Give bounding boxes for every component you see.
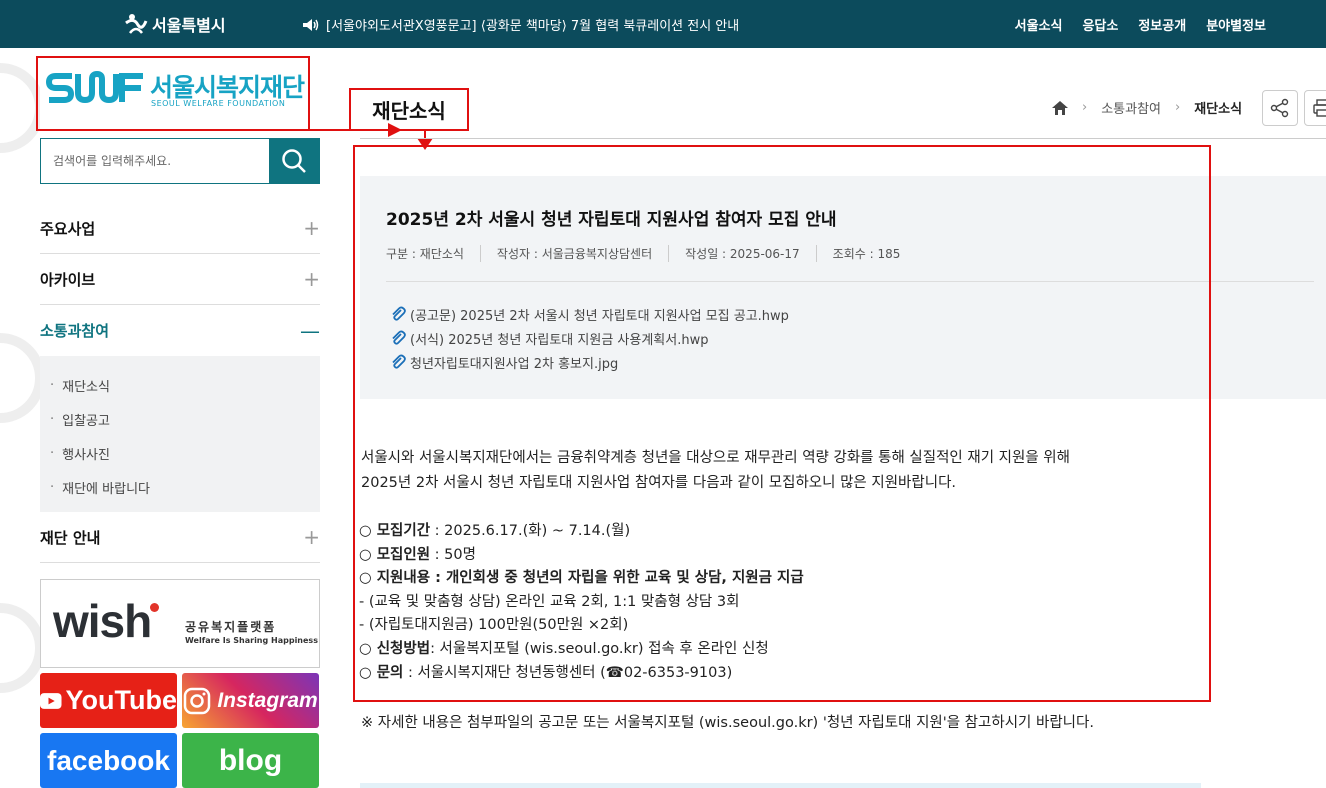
detail-count: ○ 모집인원 : 50명: [359, 544, 804, 568]
plus-icon: +: [303, 267, 320, 291]
topnav-info-disclosure[interactable]: 정보공개: [1138, 15, 1186, 34]
print-icon: [1313, 99, 1326, 117]
breadcrumb-current: 재단소식: [1194, 102, 1243, 117]
detail-label: ○ 신청방법: [359, 640, 431, 657]
detail-period: ○ 모집기간 : 2025.6.17.(화) ~ 7.14.(월): [359, 520, 804, 544]
detail-label: ○ 지원내용: [359, 570, 431, 587]
detail-value: : 개인회생 중 청년의 자립을 위한 교육 및 상담, 지원금 지급: [430, 570, 804, 587]
top-bar: 서울특별시 [서울야외도서관X영풍문고] ⟨광화문 책마당⟩ 7월 협력 북큐레…: [0, 0, 1326, 48]
sidebar-item-label: 아카이브: [40, 270, 96, 289]
seoul-gov-logo[interactable]: 서울특별시: [124, 12, 226, 36]
instagram-label: Instagram: [217, 688, 318, 712]
sidebar-submenu: 재단소식 입찰공고 행사사진 재단에 바랍니다: [40, 356, 320, 512]
youtube-play-icon: [40, 692, 62, 709]
print-button[interactable]: [1304, 90, 1326, 126]
wish-dot: [150, 603, 159, 612]
seoul-symbol-icon: [125, 14, 148, 34]
swf-logo-mark: [46, 71, 143, 104]
detail-label: ○ 모집기간: [359, 523, 431, 539]
divider: [360, 138, 1326, 139]
detail-label: ○ 모집인원: [359, 546, 431, 563]
share-icon: [1270, 98, 1289, 118]
notice-text: [서울야외도서관X영풍문고] ⟨광화문 책마당⟩ 7월 협력 북큐레이션 전시 …: [326, 19, 740, 34]
content-bottom-bar: [360, 783, 1201, 788]
youtube-banner[interactable]: YouTube: [40, 673, 177, 728]
youtube-label: YouTube: [65, 685, 177, 715]
top-nav: 서울소식 응답소 정보공개 분야별정보: [1015, 15, 1266, 34]
submenu-item-suggestions[interactable]: 재단에 바랍니다: [40, 470, 320, 504]
detail-value: : 2025.6.17.(화) ~ 7.14.(월): [430, 523, 631, 539]
detail-contact: ○ 문의 : 서울시복지재단 청년동행센터 (☎02-6353-9103): [359, 662, 804, 686]
topnav-field-info[interactable]: 분야별정보: [1206, 15, 1266, 34]
sidebar-item-communication[interactable]: 소통과참여 —: [40, 305, 320, 356]
sidebar-item-label: 주요사업: [40, 219, 96, 238]
blog-label: blog: [218, 743, 283, 777]
detail-content: ○ 지원내용 : 개인회생 중 청년의 자립을 위한 교육 및 상담, 지원금 …: [359, 567, 804, 591]
gov-name: 서울특별시: [152, 16, 226, 35]
home-icon[interactable]: [1052, 100, 1068, 115]
notice-ticker[interactable]: [서울야외도서관X영풍문고] ⟨광화문 책마당⟩ 7월 협력 북큐레이션 전시 …: [302, 15, 739, 34]
instagram-banner[interactable]: Instagram: [182, 673, 319, 728]
arrow-head-icon: [388, 123, 402, 137]
background-pattern: [0, 63, 40, 693]
topnav-seoul-news[interactable]: 서울소식: [1015, 15, 1063, 34]
plus-icon: +: [303, 216, 320, 240]
search-icon: [282, 149, 306, 173]
sidebar-item-label: 소통과참여: [40, 322, 110, 340]
page-title: 재단소식: [349, 88, 469, 131]
submenu-item-foundation-news[interactable]: 재단소식: [40, 368, 320, 402]
minus-icon: —: [300, 318, 320, 343]
sidebar-menu: 주요사업 + 아카이브 + 소통과참여 — 재단소식 입찰공고 행사사진 재단에…: [40, 203, 320, 563]
wish-title: 공유복지플랫폼: [185, 620, 277, 634]
blog-banner[interactable]: blog: [182, 733, 319, 788]
sidebar-item-main-projects[interactable]: 주요사업 +: [40, 203, 320, 254]
detail-label: ○ 문의: [359, 664, 404, 681]
detail-apply: ○ 신청방법: 서울복지포털 (wis.seoul.go.kr) 접속 후 온라…: [359, 638, 804, 662]
post-details: ○ 모집기간 : 2025.6.17.(화) ~ 7.14.(월) ○ 모집인원…: [359, 520, 804, 685]
sidebar-item-about[interactable]: 재단 안내 +: [40, 512, 320, 563]
intro-line: 2025년 2차 서울시 청년 자립토대 지원사업 참여자를 다음과 같이 모집…: [361, 475, 957, 491]
detail-value: : 서울시복지재단 청년동행센터 (☎02-6353-9103): [403, 664, 733, 681]
speaker-icon: [303, 18, 319, 31]
sidebar-item-archive[interactable]: 아카이브 +: [40, 254, 320, 305]
detail-value: : 50명: [430, 546, 476, 563]
post-intro: 서울시와 서울시복지재단에서는 금융취약계층 청년을 대상으로 재무관리 역량 …: [361, 446, 1070, 496]
facebook-label: facebook: [47, 744, 170, 776]
detail-value: : 서울복지포털 (wis.seoul.go.kr) 접속 후 온라인 신청: [430, 640, 769, 657]
detail-sub: - (자립토대지원금) 100만원(50만원 ×2회): [359, 617, 629, 634]
submenu-item-bid-notice[interactable]: 입찰공고: [40, 402, 320, 436]
sidebar-item-label: 재단 안내: [40, 528, 101, 547]
instagram-icon: [184, 687, 211, 714]
annotation-arrow: [222, 129, 392, 131]
breadcrumb-item[interactable]: 소통과참여: [1101, 98, 1161, 117]
share-button[interactable]: [1262, 90, 1298, 126]
submenu-item-event-photos[interactable]: 행사사진: [40, 436, 320, 470]
wish-subtitle: Welfare Is Sharing Happiness: [185, 636, 318, 645]
foundation-logo[interactable]: 서울시복지재단 SEOUL WELFARE FOUNDATION: [36, 56, 310, 131]
search-box: [40, 138, 320, 184]
post-footnote: ※ 자세한 내용은 첨부파일의 공고문 또는 서울복지포털 (wis.seoul…: [361, 715, 1094, 731]
wish-logo-text: wish: [53, 595, 152, 647]
wish-banner[interactable]: wish 공유복지플랫폼 Welfare Is Sharing Happines…: [40, 579, 320, 668]
search-input[interactable]: [41, 139, 269, 183]
breadcrumb: › 소통과참여 › 재단소식: [1052, 98, 1242, 117]
chevron-right-icon: ›: [1082, 100, 1088, 115]
logo-text-english: SEOUL WELFARE FOUNDATION: [151, 99, 286, 108]
chevron-right-icon: ›: [1175, 100, 1181, 115]
plus-icon: +: [303, 525, 320, 549]
facebook-banner[interactable]: facebook: [40, 733, 177, 788]
search-button[interactable]: [269, 139, 319, 183]
topnav-eungdapso[interactable]: 응답소: [1082, 15, 1118, 34]
intro-line: 서울시와 서울시복지재단에서는 금융취약계층 청년을 대상으로 재무관리 역량 …: [361, 450, 1070, 466]
detail-sub: - (교육 및 맞춤형 상담) 온라인 교육 2회, 1:1 맞춤형 상담 3회: [359, 593, 740, 610]
